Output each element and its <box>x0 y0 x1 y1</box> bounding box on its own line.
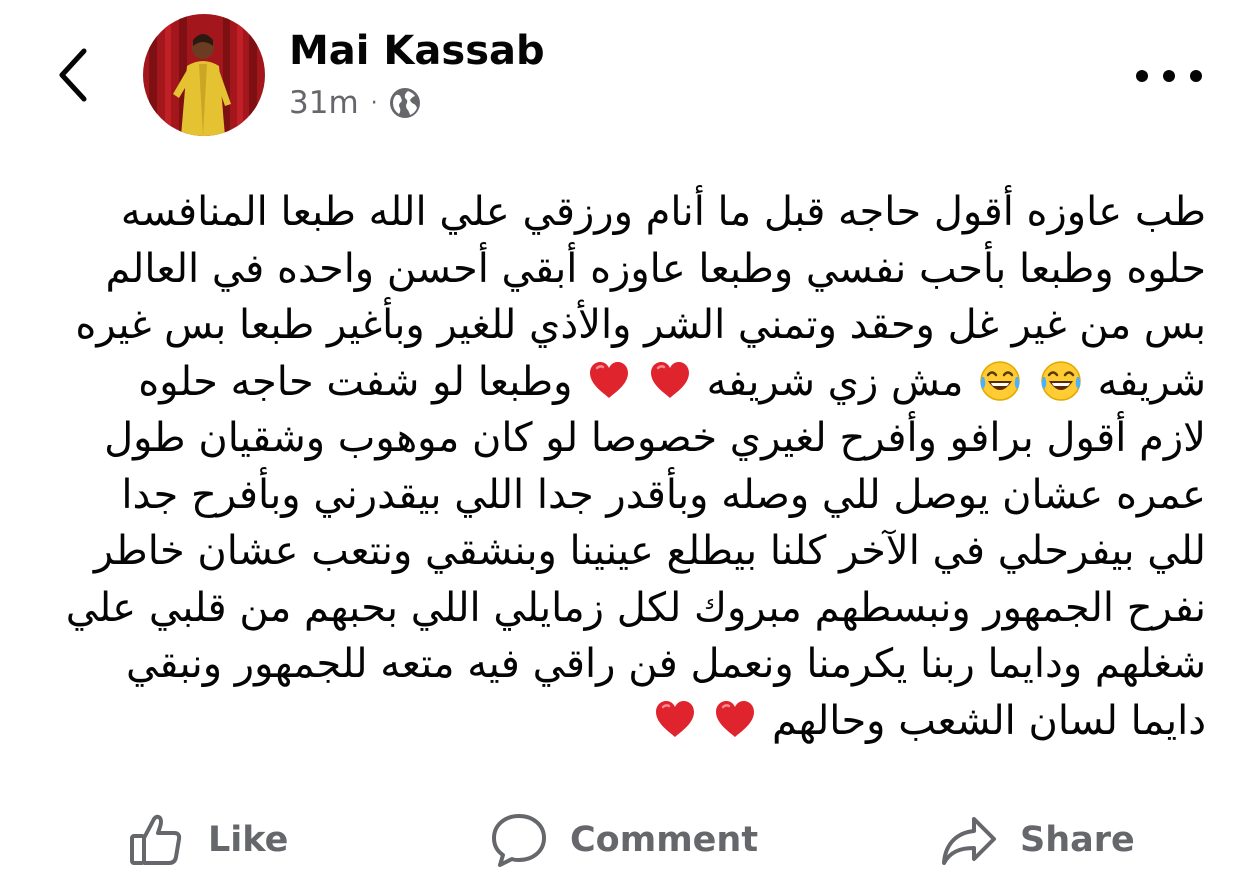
like-label: Like <box>208 820 289 860</box>
post-line: نفرح الجمهور ونبسطهم مبروك لكل زمايلي ال… <box>65 584 1206 631</box>
share-button[interactable]: Share <box>940 800 1135 880</box>
post-line: بس من غير غل وحقد وتمني الشر والأذي للغي… <box>75 302 1206 348</box>
post-line: حلوه وطبعا بأحب نفسي وطبعا عاوزه أبقي أح… <box>105 245 1206 292</box>
more-horizontal-icon <box>1136 70 1148 82</box>
post-header: Mai Kassab 31m · <box>0 0 1242 150</box>
post-text-segment: وطبعا لو شفت حاجه حلوه <box>138 358 573 405</box>
post-line: لازم أقول برافو وأفرح لغيري خصوصا لو كان… <box>104 415 1206 461</box>
post-text-segment: دايما لسان الشعب وحالهم <box>772 697 1206 744</box>
thumbs-up-icon <box>130 814 182 865</box>
avatar[interactable] <box>143 14 265 136</box>
share-label: Share <box>1020 820 1135 860</box>
post-text-segment: شريفه <box>1097 358 1206 405</box>
post-line: طب عاوزه أقول حاجه قبل ما أنام ورزقي علي… <box>120 189 1206 235</box>
share-arrow-icon <box>942 817 996 865</box>
more-options-button[interactable] <box>1136 56 1202 96</box>
post-line: عمره عشان يوصل للي وصله وبأقدر جدا اللي … <box>121 471 1206 518</box>
comment-label: Comment <box>570 820 759 860</box>
post-line: شغلهم ودايما ربنا يكرمنا ونعمل فن راقي ف… <box>125 641 1206 687</box>
meta-separator: · <box>370 90 378 116</box>
post-meta: 31m · <box>289 82 422 124</box>
laughing-emoji <box>1039 359 1083 403</box>
comment-button[interactable]: Comment <box>490 800 758 880</box>
more-horizontal-icon <box>1163 70 1175 82</box>
heart-emoji <box>587 359 631 403</box>
post-line-with-emoji: شريفه مش زي شريفه وطبعا لو شفت حاجه حلوه <box>44 354 1206 411</box>
post-line: للي بيفرحلي في الآخر كلنا بيطلع عينينا و… <box>93 528 1206 574</box>
like-button[interactable]: Like <box>128 800 288 880</box>
heart-emoji <box>653 698 697 742</box>
author-name[interactable]: Mai Kassab <box>289 26 545 76</box>
post-line-with-emoji: دايما لسان الشعب وحالهم <box>44 693 1206 750</box>
more-horizontal-icon <box>1190 70 1202 82</box>
post-text-segment: مش زي شريفه <box>706 358 964 405</box>
post-body: طب عاوزه أقول حاجه قبل ما أنام ورزقي علي… <box>44 184 1206 749</box>
globe-icon <box>389 88 420 118</box>
timestamp[interactable]: 31m <box>289 85 359 121</box>
action-bar: Like Comment Share <box>0 800 1242 880</box>
chevron-left-icon <box>59 48 87 102</box>
back-button[interactable] <box>48 40 98 110</box>
heart-emoji <box>648 359 692 403</box>
heart-emoji <box>713 698 757 742</box>
comment-bubble-icon <box>492 814 546 867</box>
laughing-emoji <box>978 359 1022 403</box>
avatar-image <box>143 14 265 136</box>
